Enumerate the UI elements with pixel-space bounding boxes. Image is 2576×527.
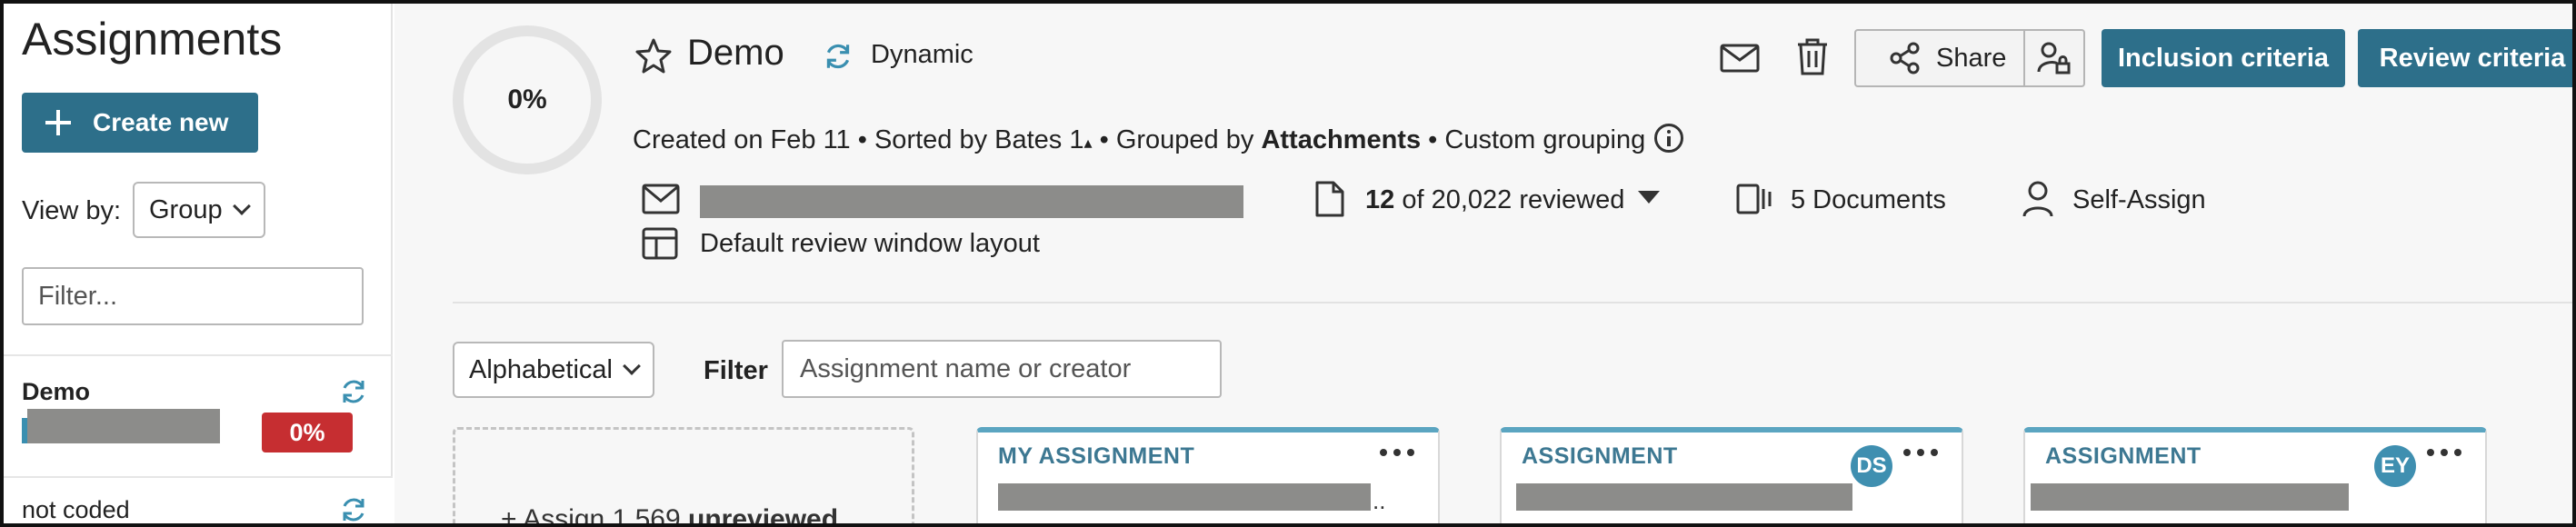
user-icon xyxy=(2022,181,2053,217)
assignment-title: Demo xyxy=(687,33,784,73)
user-lock-icon xyxy=(2037,42,2071,75)
created-date: Created on Feb 11 xyxy=(633,125,851,154)
trash-icon[interactable] xyxy=(1791,35,1834,78)
sidebar-filter-input[interactable]: Filter... xyxy=(22,267,364,325)
assign-unreviewed-card[interactable]: + Assign 1,569 unreviewed xyxy=(453,427,914,527)
sidebar-item-name[interactable]: Demo xyxy=(22,378,90,406)
sync-icon[interactable] xyxy=(338,376,369,407)
layout-label: Default review window layout xyxy=(700,229,1040,258)
share-label: Share xyxy=(1936,43,2007,73)
document-icon xyxy=(1315,181,1344,217)
assignment-card[interactable]: ASSIGNMENT EY xyxy=(2023,427,2487,523)
assignment-meta: Created on Feb 11 • Sorted by Bates 1▴ •… xyxy=(633,124,1684,155)
view-by-select[interactable]: Group xyxy=(133,182,265,238)
caret-down-icon[interactable] xyxy=(1638,191,1660,204)
main-panel: 0% Demo Dynamic Created on Feb 11 • Sort… xyxy=(394,4,2572,527)
star-icon[interactable] xyxy=(634,36,673,75)
email-icon xyxy=(642,184,680,214)
layout-icon xyxy=(642,227,678,260)
divider xyxy=(4,354,393,356)
card-label: ASSIGNMENT xyxy=(1522,443,1678,469)
assignment-filter-input[interactable]: Assignment name or creator xyxy=(782,340,1222,398)
redacted-text xyxy=(27,409,220,443)
user-permissions-button[interactable] xyxy=(2023,29,2085,87)
review-criteria-button[interactable]: Review criteria xyxy=(2358,29,2572,87)
info-icon[interactable] xyxy=(1654,124,1684,153)
more-options-icon[interactable] xyxy=(1380,449,1416,458)
progress-badge: 0% xyxy=(262,413,353,452)
create-new-label: Create new xyxy=(93,108,229,136)
avatar: DS xyxy=(1851,445,1892,487)
create-new-button[interactable]: Create new xyxy=(22,93,258,153)
sidebar-item-name[interactable]: not coded xyxy=(22,496,130,523)
link-fragment xyxy=(22,418,27,443)
sidebar-title: Assignments xyxy=(22,14,283,65)
self-assign-link[interactable]: Self-Assign xyxy=(2072,185,2206,215)
sort-info: Sorted by Bates 1 xyxy=(874,125,1084,154)
redacted-text xyxy=(700,185,1243,218)
avatar: EY xyxy=(2374,445,2416,487)
sidebar: Assignments Create new View by: Group Fi… xyxy=(4,4,393,525)
reviewed-count: 12 of 20,022 reviewed xyxy=(1365,185,1625,214)
share-icon xyxy=(1890,42,1920,75)
redacted-text xyxy=(998,483,1371,511)
group-prefix: Grouped by xyxy=(1115,125,1262,154)
share-button[interactable]: Share xyxy=(1854,29,2025,87)
assignment-card[interactable]: MY ASSIGNMENT .. xyxy=(976,427,1440,523)
redacted-text xyxy=(2031,483,2349,511)
inclusion-criteria-button[interactable]: Inclusion criteria xyxy=(2102,29,2345,87)
mode-label: Dynamic xyxy=(871,40,973,69)
progress-ring: 0% xyxy=(453,25,602,174)
group-value: Attachments xyxy=(1261,125,1422,154)
plus-icon xyxy=(45,110,71,135)
card-label: MY ASSIGNMENT xyxy=(998,443,1195,469)
sort-select[interactable]: Alphabetical xyxy=(453,342,654,398)
chevron-down-icon xyxy=(623,357,641,375)
mail-icon[interactable] xyxy=(1718,36,1762,80)
progress-value: 0% xyxy=(507,85,547,114)
redacted-text xyxy=(1516,483,1852,511)
assignment-card[interactable]: ASSIGNMENT DS xyxy=(1500,427,1963,523)
sync-icon[interactable] xyxy=(338,494,369,525)
more-options-icon[interactable] xyxy=(2427,449,2463,458)
overflow-ellipsis: .. xyxy=(1373,487,1386,514)
sort-value: Alphabetical xyxy=(469,354,613,384)
more-options-icon[interactable] xyxy=(1903,449,1940,458)
assign-unreviewed-text: + Assign 1,569 unreviewed xyxy=(501,504,839,527)
view-by-value: Group xyxy=(149,194,223,224)
custom-grouping: Custom grouping xyxy=(1444,125,1646,154)
sort-arrow: ▴ xyxy=(1083,134,1093,152)
view-by-label: View by: xyxy=(22,196,122,225)
documents-icon xyxy=(1736,184,1772,214)
card-label: ASSIGNMENT xyxy=(2045,443,2202,469)
sync-icon xyxy=(826,44,850,69)
documents-count: 5 Documents xyxy=(1791,185,1946,214)
chevron-down-icon xyxy=(232,197,251,215)
divider xyxy=(453,302,2572,303)
app-window: Assignments Create new View by: Group Fi… xyxy=(0,0,2576,527)
filter-label: Filter xyxy=(704,356,768,385)
